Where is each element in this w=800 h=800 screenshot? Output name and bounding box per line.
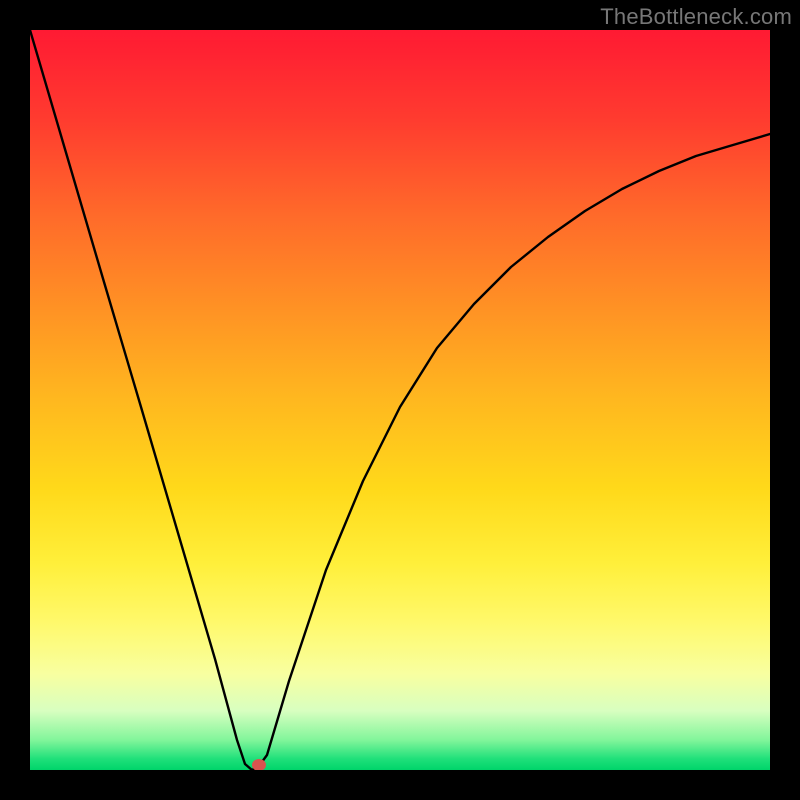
watermark-text: TheBottleneck.com bbox=[600, 4, 792, 30]
chart-svg bbox=[30, 30, 770, 770]
plot-area bbox=[30, 30, 770, 770]
chart-frame: TheBottleneck.com bbox=[0, 0, 800, 800]
bottleneck-curve-path bbox=[30, 30, 770, 770]
